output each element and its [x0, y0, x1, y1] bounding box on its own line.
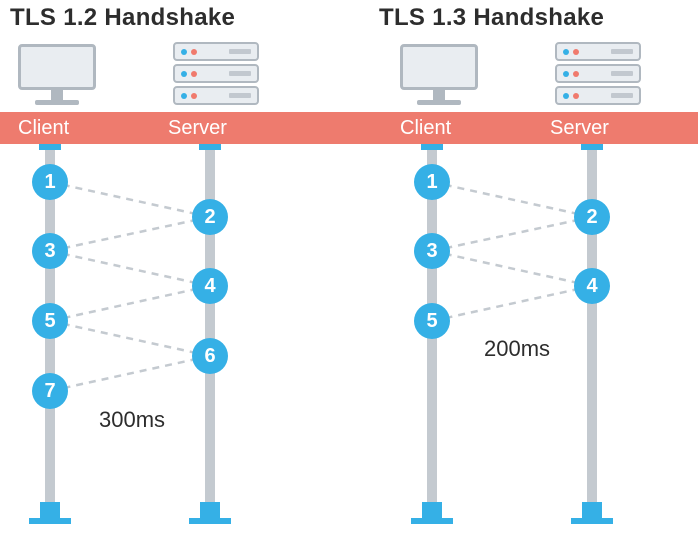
tls12-step-5: 5	[32, 303, 68, 339]
server-rack-icon	[173, 42, 259, 108]
tls13-step-3: 3	[414, 233, 450, 269]
label-client-13: Client	[400, 117, 451, 140]
tls13-step-4: 4	[574, 268, 610, 304]
tls12-step-1: 1	[32, 164, 68, 200]
tls13-title: TLS 1.3 Handshake	[379, 4, 604, 32]
tls13-step-5: 5	[414, 303, 450, 339]
label-client-12: Client	[18, 117, 69, 140]
tls13-step-2: 2	[574, 199, 610, 235]
label-server-12: Server	[168, 117, 227, 140]
client-monitor-icon	[400, 44, 478, 104]
tls12-title: TLS 1.2 Handshake	[10, 4, 235, 32]
server-rack-icon	[555, 42, 641, 108]
tls12-server-lifeline	[205, 144, 215, 504]
tls12-step-3: 3	[32, 233, 68, 269]
tls12-step-7: 7	[32, 373, 68, 409]
role-band: Client Server Client Server	[0, 112, 698, 144]
tls12-timing: 300ms	[99, 407, 165, 433]
tls13-timing: 200ms	[484, 336, 550, 362]
tls12-step-2: 2	[192, 199, 228, 235]
client-monitor-icon	[18, 44, 96, 104]
label-server-13: Server	[550, 117, 609, 140]
tls12-step-6: 6	[192, 338, 228, 374]
tls12-step-4: 4	[192, 268, 228, 304]
tls13-server-lifeline	[587, 144, 597, 504]
tls13-step-1: 1	[414, 164, 450, 200]
